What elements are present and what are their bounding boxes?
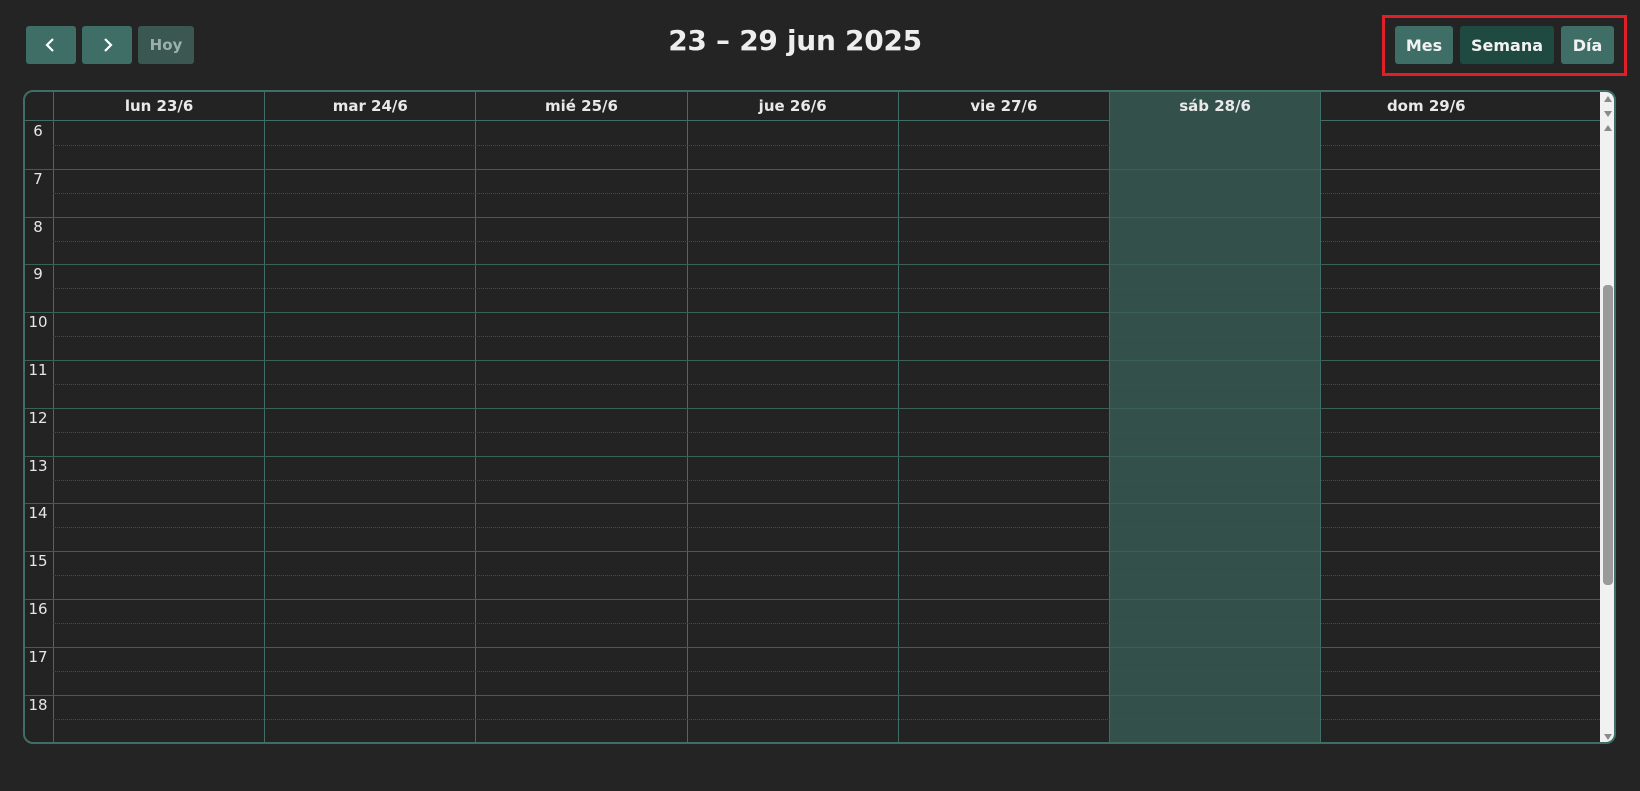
- hour-gridline: [25, 455, 1600, 457]
- vertical-scrollbar[interactable]: [1600, 92, 1614, 742]
- hour-label: 9: [33, 265, 43, 284]
- chevron-right-icon: [104, 38, 113, 52]
- half-hour-gridline: [53, 288, 1600, 290]
- today-button[interactable]: Hoy: [138, 26, 194, 64]
- calendar-title: 23 – 29 jun 2025: [668, 24, 922, 57]
- half-hour-gridline: [53, 240, 1600, 242]
- hour-gridline: [25, 407, 1600, 409]
- hour-gridline: [25, 360, 1600, 361]
- hour-gridline: [25, 599, 1600, 600]
- half-hour-gridline: [53, 575, 1600, 577]
- half-hour-gridline: [53, 336, 1600, 338]
- hour-gridline: [25, 503, 1600, 505]
- half-hour-gridline: [53, 718, 1600, 720]
- scrollbar-thumb[interactable]: [1603, 285, 1613, 585]
- day-header: mié 25/6: [475, 92, 686, 121]
- hour-gridline: [25, 168, 1600, 170]
- day-header-row: lun 23/6 mar 24/6 mié 25/6 jue 26/6 vie 27/6…: [25, 92, 1600, 121]
- view-day-button[interactable]: Día: [1561, 26, 1614, 64]
- hour-label: 14: [28, 504, 48, 523]
- half-hour-gridline: [53, 192, 1600, 194]
- day-header: sáb 28/6: [1109, 92, 1321, 121]
- hour-gridline: [25, 312, 1600, 314]
- time-grid[interactable]: 6 7 8 9 10 11 12 13 14 15 16 17 18: [25, 121, 1600, 742]
- half-hour-gridline: [53, 383, 1600, 385]
- hour-gridline: [25, 646, 1600, 648]
- chevron-left-icon: [45, 38, 54, 52]
- hour-label: 10: [28, 313, 48, 332]
- day-header: vie 27/6: [897, 92, 1109, 121]
- scroll-up-arrow-icon[interactable]: [1604, 96, 1612, 102]
- hour-label: 8: [33, 217, 43, 236]
- calendar-toolbar: Hoy 23 – 29 jun 2025 Mes Semana Día: [0, 0, 1640, 90]
- prev-button[interactable]: [26, 26, 76, 64]
- half-hour-gridline: [53, 670, 1600, 672]
- scroll-up-arrow-icon[interactable]: [1604, 125, 1612, 131]
- half-hour-gridline: [53, 431, 1600, 433]
- day-header: dom 29/6: [1320, 92, 1531, 121]
- view-week-button[interactable]: Semana: [1460, 26, 1554, 64]
- hour-label: 17: [28, 647, 48, 666]
- half-hour-gridline: [53, 144, 1600, 146]
- scroll-down-arrow-icon[interactable]: [1604, 111, 1612, 117]
- day-header: lun 23/6: [53, 92, 264, 121]
- hour-label: 12: [28, 408, 48, 427]
- hour-label: 7: [33, 169, 43, 188]
- half-hour-gridline: [53, 527, 1600, 529]
- week-calendar: lun 23/6 mar 24/6 mié 25/6 jue 26/6 vie 27/6…: [23, 90, 1616, 744]
- hour-gridline: [25, 216, 1600, 218]
- day-header: jue 26/6: [686, 92, 898, 121]
- hour-gridline: [25, 694, 1600, 696]
- half-hour-gridline: [53, 622, 1600, 624]
- scroll-down-arrow-icon[interactable]: [1604, 734, 1612, 740]
- hour-label: 6: [33, 122, 43, 140]
- hour-gridline: [25, 264, 1600, 266]
- next-button[interactable]: [82, 26, 132, 64]
- hour-label: 15: [28, 552, 48, 571]
- half-hour-gridline: [53, 479, 1600, 481]
- hour-label: 11: [28, 361, 48, 379]
- view-month-button[interactable]: Mes: [1395, 26, 1453, 64]
- hour-label: 16: [28, 600, 48, 618]
- hour-label: 13: [28, 456, 48, 475]
- hour-label: 18: [28, 695, 48, 714]
- day-header: mar 24/6: [264, 92, 475, 121]
- hour-gridline: [25, 551, 1600, 553]
